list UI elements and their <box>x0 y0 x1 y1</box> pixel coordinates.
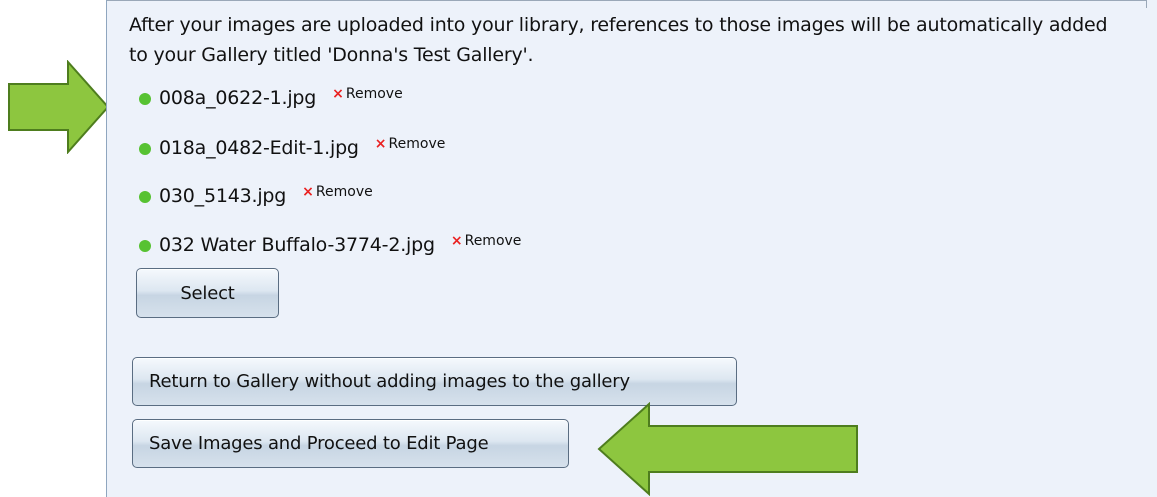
remove-file-link[interactable]: × Remove <box>375 136 446 152</box>
red-x-icon: × <box>332 86 344 102</box>
remove-file-link[interactable]: × Remove <box>302 184 373 200</box>
panel-right-border <box>1146 0 1147 8</box>
remove-file-link[interactable]: × Remove <box>332 86 403 102</box>
return-to-gallery-button[interactable]: Return to Gallery without adding images … <box>132 357 737 406</box>
file-name: 008a_0622-1.jpg <box>159 87 317 109</box>
red-x-icon: × <box>450 233 463 249</box>
annotation-arrow-right-icon <box>8 60 110 154</box>
red-x-icon: × <box>302 184 314 200</box>
file-list-item: 008a_0622-1.jpg × Remove <box>139 83 403 113</box>
annotation-arrow-left-icon <box>597 402 858 496</box>
remove-label: Remove <box>315 184 373 200</box>
file-list-item: 030_5143.jpg × Remove <box>139 181 373 211</box>
remove-label: Remove <box>464 233 522 249</box>
remove-label: Remove <box>388 136 446 152</box>
remove-file-link[interactable]: × Remove <box>451 233 522 249</box>
green-status-dot-icon <box>139 143 151 155</box>
remove-label: Remove <box>345 86 403 102</box>
panel-top-border <box>107 0 1147 1</box>
upload-info-text: After your images are uploaded into your… <box>129 14 1108 66</box>
file-list-item: 018a_0482-Edit-1.jpg × Remove <box>139 133 445 163</box>
select-button[interactable]: Select <box>136 268 279 318</box>
save-images-button[interactable]: Save Images and Proceed to Edit Page <box>132 419 569 468</box>
file-list-item: 032 Water Buffalo-3774-2.jpg × Remove <box>139 230 521 260</box>
file-name: 032 Water Buffalo-3774-2.jpg <box>159 234 435 256</box>
file-name: 018a_0482-Edit-1.jpg <box>159 137 359 159</box>
green-status-dot-icon <box>139 93 151 105</box>
green-status-dot-icon <box>139 240 151 252</box>
red-x-icon: × <box>374 136 387 152</box>
file-name: 030_5143.jpg <box>159 185 287 207</box>
green-status-dot-icon <box>139 191 151 203</box>
